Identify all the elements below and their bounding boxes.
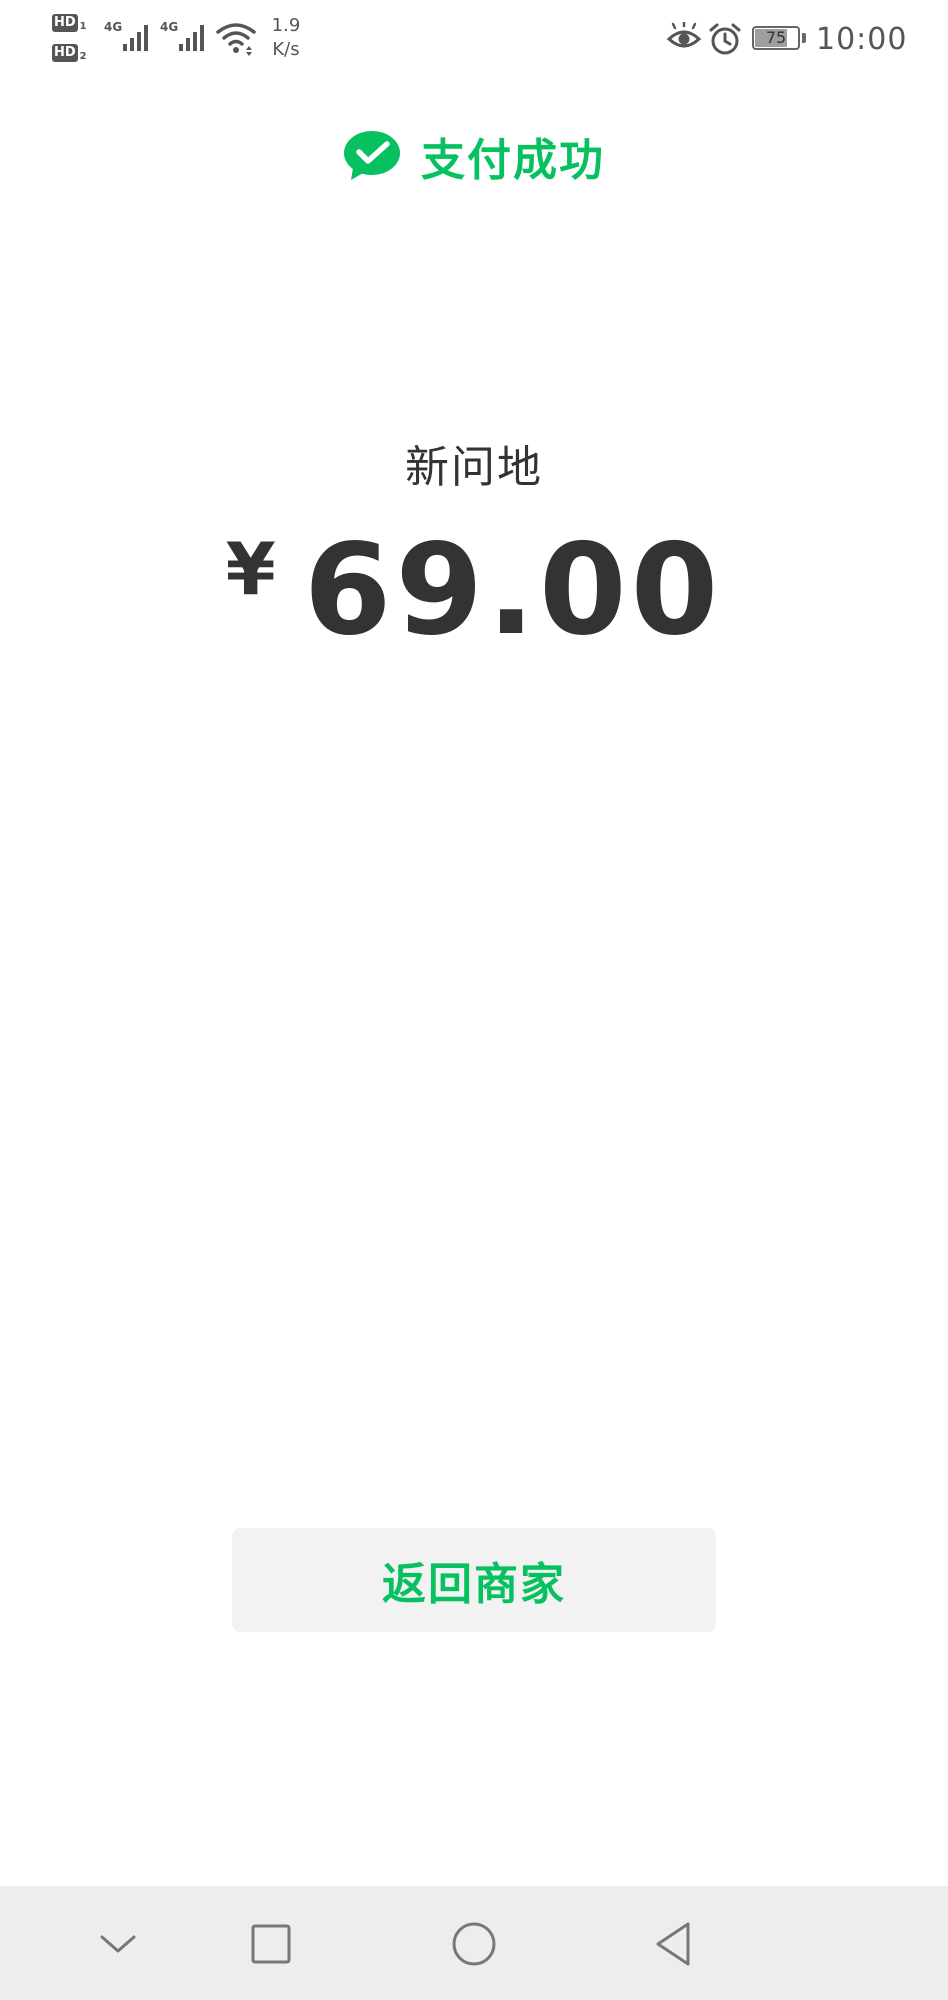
return-to-merchant-button[interactable]: 返回商家 [232, 1528, 716, 1632]
hide-nav-button[interactable] [82, 1908, 154, 1980]
sim1-signal: 4G [104, 18, 160, 54]
volte-indicators: HD 1 HD 2 [52, 14, 96, 68]
status-bar: HD 1 HD 2 4G 4G 1.9 K/s 75 10:00 [0, 0, 948, 80]
eye-comfort-icon [666, 22, 702, 48]
home-button[interactable] [438, 1908, 510, 1980]
battery-cap [802, 33, 806, 43]
network-speed-unit: K/s [272, 39, 300, 60]
back-icon [656, 1922, 690, 1966]
payment-success-title: 支付成功 [421, 135, 605, 186]
system-navigation-bar [0, 1886, 948, 2000]
back-button[interactable] [638, 1908, 710, 1980]
payment-amount: ¥ 69.00 [0, 520, 948, 660]
sim2-hd-indicator: HD 2 [52, 44, 87, 62]
currency-symbol: ¥ [225, 527, 276, 611]
sim2-hd-label: HD [52, 44, 78, 62]
alarm-icon [709, 23, 741, 55]
return-to-merchant-label: 返回商家 [382, 1559, 566, 1610]
sim1-index: 1 [79, 21, 87, 32]
chevron-down-icon [100, 1935, 136, 1953]
network-speed-value: 1.9 [271, 15, 301, 36]
battery-icon: 75 [752, 26, 808, 52]
wifi-icon [216, 23, 256, 56]
recent-apps-button[interactable] [235, 1908, 307, 1980]
sim2-index: 2 [79, 51, 87, 62]
status-time: 10:00 [816, 22, 908, 57]
sim2-network-type: 4G [160, 20, 179, 34]
signal-icon [123, 25, 148, 51]
network-speed: 1.9 K/s [264, 14, 308, 62]
sim2-signal: 4G [160, 18, 216, 54]
sim1-hd-indicator: HD 1 [52, 14, 87, 32]
amount-value: 69.00 [303, 516, 723, 663]
recent-apps-icon [251, 1924, 291, 1964]
sim1-hd-label: HD [52, 14, 78, 32]
merchant-name: 新问地 [405, 442, 543, 493]
payment-success-header: 支付成功 [0, 120, 948, 192]
signal-icon [179, 25, 204, 51]
wechat-pay-icon [344, 131, 400, 180]
sim1-network-type: 4G [104, 20, 123, 34]
battery-level: 75 [765, 28, 787, 47]
home-icon [452, 1922, 496, 1966]
